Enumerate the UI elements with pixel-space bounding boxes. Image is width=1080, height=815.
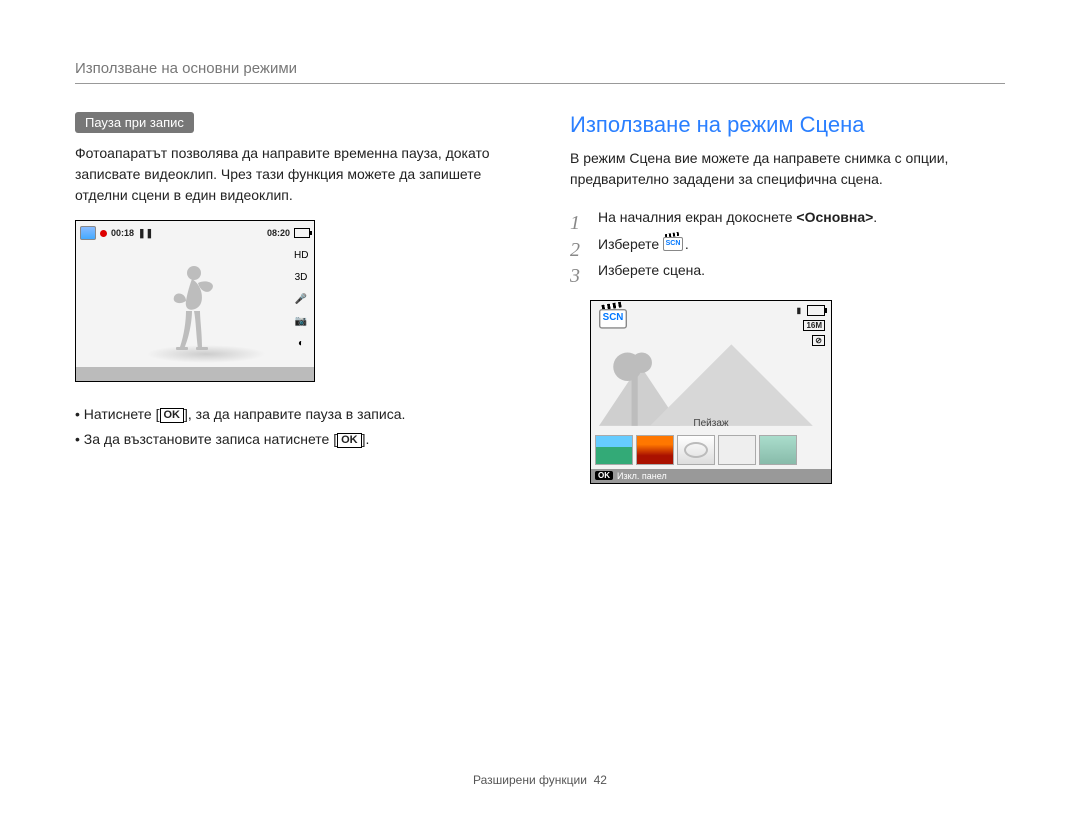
signal-bar-icon: ▮ [797,306,801,315]
scene-bottom-bar: OK Изкл. панел [591,469,831,483]
total-time: 08:20 [267,228,290,238]
mic-icon: 🎤 [294,293,308,307]
record-dot-icon [100,230,107,237]
scene-mode-screenshot: SCN ▮ 16M ⊘ [590,300,832,484]
scene-thumb-landscape[interactable] [595,435,633,465]
pause-bars-icon: ❚❚ [138,228,153,239]
recording-side-icons: HD 3D 🎤 📷 ◐ [294,249,308,351]
scene-top-bar: SCN ▮ 16M ⊘ [595,305,827,333]
bullet-pause: Натиснете [OK], за да направите пауза в … [75,402,510,427]
scene-thumb-backlight[interactable] [718,435,756,465]
ok-button-icon: OK [160,408,185,423]
left-column: Пауза при запис Фотоапаратът позволява д… [75,112,510,484]
pause-instructions-list: Натиснете [OK], за да направите пауза в … [75,402,510,452]
footer-section: Разширени функции [473,773,587,787]
battery-icon [294,228,310,238]
skater-figure [156,261,226,361]
scene-mode-intro: В режим Сцена вие можете да направете сн… [570,148,1005,190]
image-size-badge: 16M [803,320,825,331]
bullet-resume: За да възстановите записа натиснете [OK]… [75,427,510,452]
hd-icon: HD [294,249,308,263]
3d-icon: 3D [294,271,308,285]
ok-chip-icon: OK [595,471,613,480]
scn-mode-icon: SCN [599,309,624,329]
scene-thumb-beach[interactable] [759,435,797,465]
step-2: Изберете SCN . [570,231,1005,258]
subsection-pill: Пауза при запис [75,112,194,133]
scene-thumb-dawn[interactable] [677,435,715,465]
manual-page: Използване на основни режими Пауза при з… [0,0,1080,815]
battery-icon [807,305,825,316]
scene-thumbnails [595,435,797,465]
elapsed-time: 00:18 [111,228,134,238]
recording-bottom-strip [76,367,314,381]
recording-screenshot: 00:18 ❚❚ 08:20 HD 3D 🎤 📷 ◐ [75,220,315,382]
home-main-label: <Основна> [796,209,873,225]
step-1: На началния екран докоснете <Основна>. [570,204,1005,231]
content-columns: Пауза при запис Фотоапаратът позволява д… [75,112,1005,484]
mode-icon [80,226,96,240]
scene-mode-steps: На началния екран докоснете <Основна>. И… [570,204,1005,284]
ok-button-icon: OK [337,433,362,448]
recording-top-bar: 00:18 ❚❚ 08:20 [80,225,310,241]
scene-name-label: Пейзаж [591,418,831,429]
pause-description: Фотоапаратът позволява да направите врем… [75,143,510,206]
camera-icon: 📷 [294,315,308,329]
focus-icon: ◐ [294,337,308,351]
scene-thumb-sunset[interactable] [636,435,674,465]
page-header: Използване на основни режими [75,60,1005,84]
right-column: Използване на режим Сцена В режим Сцена … [570,112,1005,484]
page-footer: Разширени функции 42 [0,773,1080,787]
footer-page-number: 42 [594,773,607,787]
scene-mode-title: Използване на режим Сцена [570,112,1005,138]
panel-toggle-label: Изкл. панел [617,471,667,481]
landscape-preview [599,333,823,427]
step-3: Изберете сцена. [570,257,1005,284]
scn-mode-icon: SCN [663,237,681,251]
